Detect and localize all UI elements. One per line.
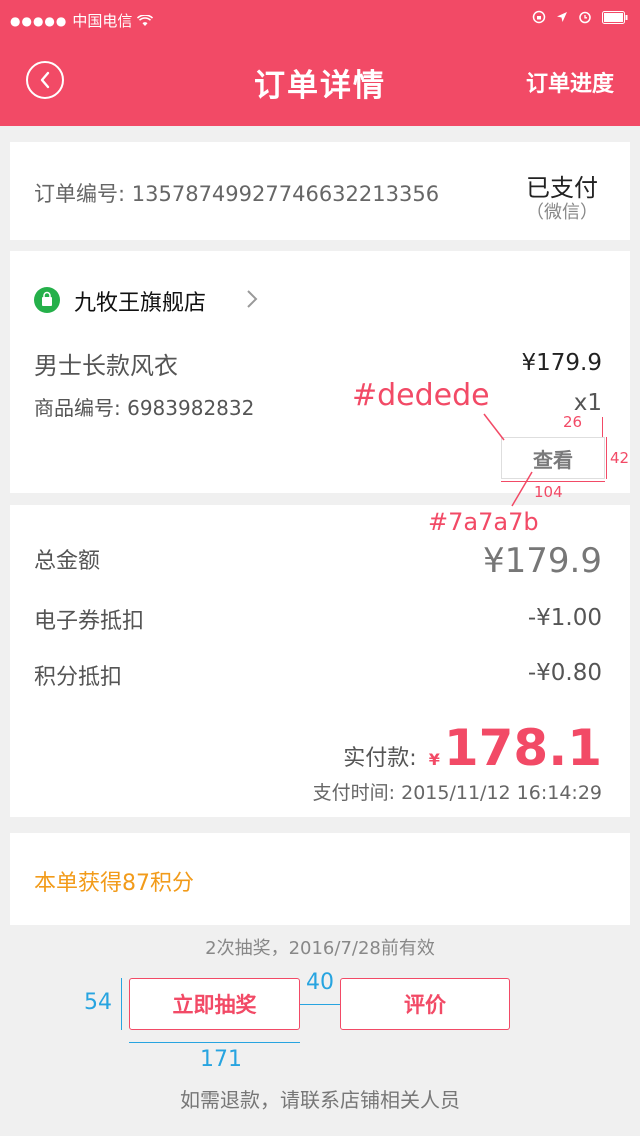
refund-note: 如需退款，请联系店铺相关人员	[180, 1088, 460, 1112]
paid-label: 实付款:	[343, 746, 417, 771]
pay-time-label: 支付时间	[312, 782, 389, 804]
annotation-width-104: 104	[534, 483, 563, 501]
order-number: 13578749927746632213356	[131, 182, 440, 206]
lottery-note: 2次抽奖，2016/7/28前有效	[205, 938, 435, 959]
order-number-label: 订单编号	[34, 182, 118, 206]
annotation-border-color: #dedede	[352, 378, 490, 413]
amount-card: 总金额 ¥179.9 电子券抵扣 -¥1.00 积分抵扣 -¥0.80 实付款:…	[10, 505, 630, 817]
battery-icon	[602, 10, 628, 24]
annotation-width-171: 171	[200, 1047, 242, 1072]
points-amount: -¥0.80	[527, 660, 602, 686]
coupon-amount: -¥1.00	[527, 605, 602, 631]
annotation-text-color: #7a7a7b	[428, 508, 539, 536]
paid-currency: ¥	[428, 750, 440, 769]
shop-goods-card: 九牧王旗舰店 男士长款风衣 ¥179.9 商品编号: 6983982832 x1…	[10, 251, 630, 493]
review-button[interactable]: 评价	[340, 978, 510, 1030]
goods-code-label: 商品编号	[34, 396, 114, 420]
annotation-gap-40: 40	[306, 970, 334, 995]
draw-lottery-button[interactable]: 立即抽奖	[129, 978, 300, 1030]
annotation-gap-40-line	[300, 1004, 340, 1005]
shopping-bag-icon	[34, 287, 60, 313]
order-number-card: 订单编号: 13578749927746632213356 已支付 （微信）	[10, 142, 630, 240]
order-progress-link[interactable]: 订单进度	[526, 66, 614, 98]
goods-name: 男士长款风衣	[34, 352, 178, 380]
paid-amount: 178.1	[443, 719, 602, 777]
points-earned-card: 本单获得87积分	[10, 833, 630, 925]
goods-code: 6983982832	[127, 396, 255, 420]
shop-name-link[interactable]: 九牧王旗舰店	[74, 285, 206, 317]
location-icon	[557, 12, 567, 22]
total-label: 总金额	[34, 549, 101, 574]
pay-time: 2015/11/12 16:14:29	[401, 782, 602, 804]
annotation-height-54: 54	[84, 990, 112, 1015]
order-detail-page: ●●●●● 中国电信 订单详情 订单进度 订单编号: 1357874992774…	[0, 0, 640, 1136]
annotation-gap-26: 26	[563, 413, 583, 431]
annotation-height-42: 42	[610, 449, 630, 467]
total-amount: ¥179.9	[483, 541, 602, 581]
payment-method: （微信）	[526, 202, 598, 223]
points-label: 积分抵扣	[34, 665, 123, 690]
annotation-pointer-line	[483, 413, 505, 441]
annotation-width-171-line	[129, 1042, 300, 1043]
annotation-height-line	[606, 437, 607, 479]
carrier-name: 中国电信	[72, 12, 133, 30]
header: ●●●●● 中国电信 订单详情 订单进度	[0, 0, 640, 126]
status-bar: ●●●●● 中国电信	[0, 0, 640, 40]
alarm-icon	[579, 11, 591, 24]
goods-price: ¥179.9	[521, 350, 602, 376]
wifi-icon	[137, 14, 154, 26]
points-earned-text: 本单获得87积分	[34, 871, 194, 896]
annotation-gap-line	[602, 417, 603, 437]
chevron-right-icon[interactable]	[246, 289, 258, 309]
paid-line: 实付款: ¥ 178.1	[343, 719, 602, 777]
annotation-height-54-line	[121, 978, 122, 1030]
signal-strength: ●●●●●	[10, 13, 68, 28]
rotation-lock-icon	[532, 10, 546, 24]
annotation-pointer-line-2	[511, 471, 533, 507]
coupon-label: 电子券抵扣	[34, 609, 145, 634]
